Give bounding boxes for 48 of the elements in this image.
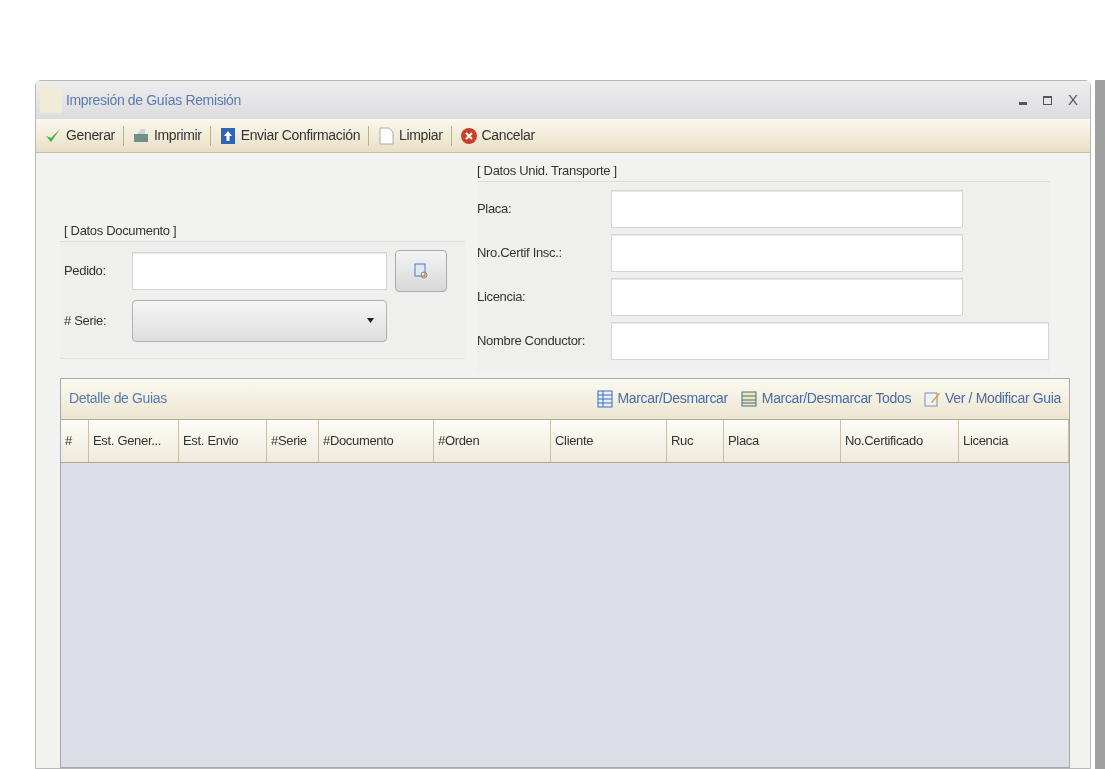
toolbar-button[interactable]: Imprimir [131,125,202,146]
search-icon [414,262,428,279]
column-header[interactable]: Ruc [667,419,724,462]
action-link[interactable]: Ver / Modificar Guia [923,388,1061,409]
column-header[interactable]: Licencia [959,419,1069,462]
table-icon [595,389,614,408]
field-label: Nro.Certif Insc.: [477,243,563,262]
upload-icon [218,126,237,145]
field-label: # Serie: [63,311,108,330]
field-label: Licencia: [477,287,527,306]
cancel-icon [459,126,478,145]
field-label: Placa: [477,199,513,218]
column-header[interactable]: Cliente [551,419,667,462]
toolbar-button[interactable]: Generar [44,125,115,146]
section-title: [ Datos Unid. Transporte ] [477,162,618,180]
toolbar-button[interactable]: Cancelar [459,125,535,146]
column-header[interactable]: Est. Gener... [89,419,179,462]
input-field[interactable] [611,277,963,316]
maximize-icon[interactable] [1043,95,1052,105]
table-icon [739,389,758,408]
column-header[interactable]: #Serie [267,419,319,462]
section-title: [ Datos Documento ] [64,222,178,240]
column-header[interactable]: Est. Envio [179,419,267,462]
edit-icon [923,389,942,408]
panel-title: Detalle de Guias [69,389,167,408]
printer-icon [131,126,150,145]
column-header[interactable]: No.Certificado [841,419,959,462]
window-title: Impresión de Guías Remisión [66,90,241,110]
blank-page-icon [377,126,396,145]
search-button[interactable] [395,249,447,292]
action-link[interactable]: Marcar/Desmarcar [595,388,728,409]
input-field[interactable] [611,189,963,228]
field-label: Nombre Conductor: [477,331,586,350]
input-field[interactable] [611,233,963,272]
series-dropdown[interactable] [132,299,387,342]
column-header[interactable]: #Documento [319,419,434,462]
toolbar-button[interactable]: Limpiar [377,125,443,146]
close-button[interactable]: X [1068,88,1078,112]
field-label: Pedido: [63,261,107,280]
minimize-icon[interactable] [1019,102,1027,106]
column-header[interactable]: Placa [724,419,841,462]
column-header[interactable]: # [61,419,89,462]
action-link[interactable]: Marcar/Desmarcar Todos [739,388,912,409]
input-field[interactable] [611,321,1049,360]
input-field[interactable] [132,251,387,290]
dropdown-arrow-icon [367,318,374,323]
column-header[interactable]: #Orden [434,419,551,462]
toolbar-button[interactable]: Enviar Confirmación [218,125,361,146]
